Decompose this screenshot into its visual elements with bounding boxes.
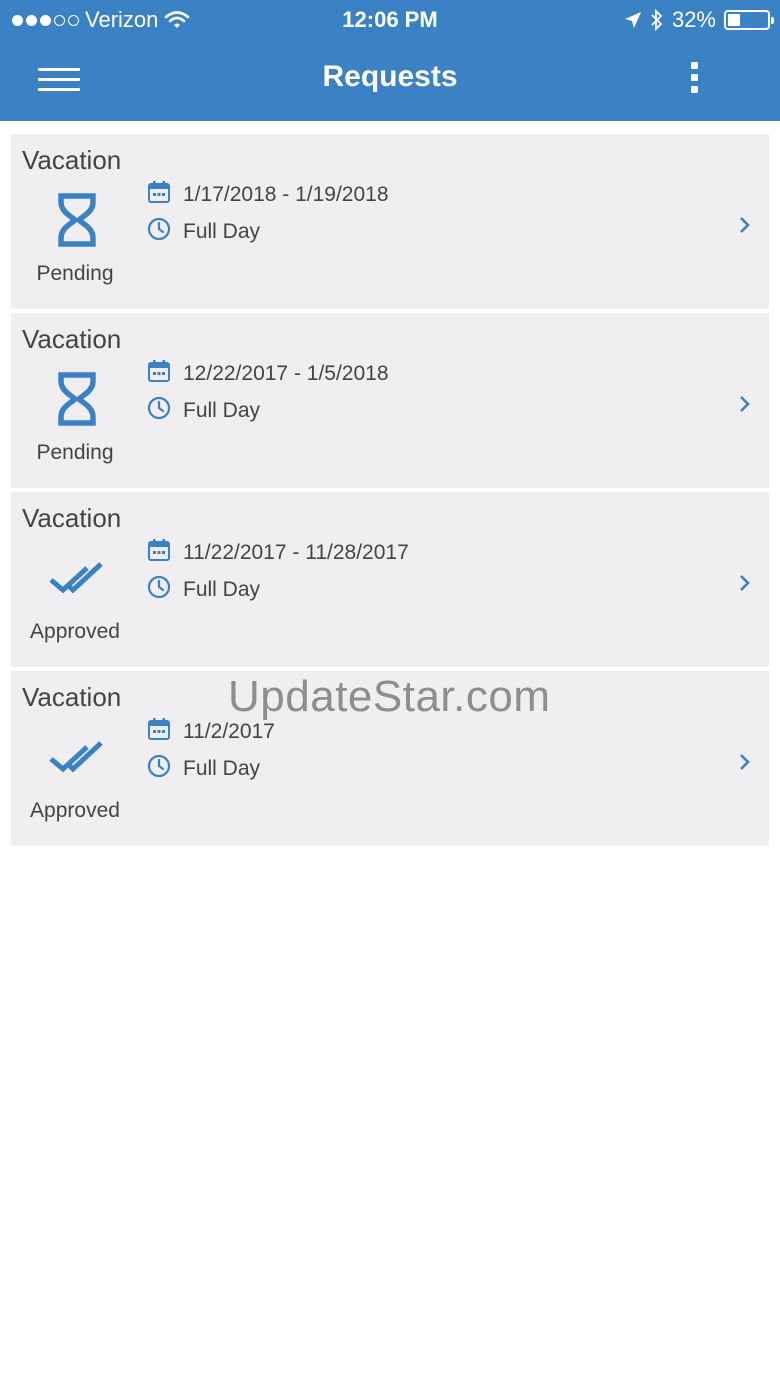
request-status: Approved xyxy=(30,799,120,822)
request-duration-row: Full Day xyxy=(147,396,260,426)
battery-icon xyxy=(724,10,774,30)
calendar-icon xyxy=(147,717,171,747)
clock-icon xyxy=(147,575,171,605)
calendar-icon xyxy=(147,538,171,568)
request-dates-row: 1/17/2018 - 1/19/2018 xyxy=(147,180,389,210)
request-card[interactable]: Vacation Pending 1/17/2018 - 1/19/2018 F… xyxy=(11,134,769,309)
request-dates-row: 11/22/2017 - 11/28/2017 xyxy=(147,538,409,568)
chevron-right-icon[interactable] xyxy=(737,393,753,415)
hourglass-icon xyxy=(49,371,105,427)
request-type: Vacation xyxy=(22,145,122,175)
request-duration: Full Day xyxy=(183,757,261,780)
request-type: Vacation xyxy=(22,503,122,533)
battery-percent: 32% xyxy=(671,7,716,32)
request-duration: Full Day xyxy=(183,220,261,243)
request-type: Vacation xyxy=(22,324,122,354)
location-arrow-icon xyxy=(624,12,641,28)
request-list: Vacation Pending 1/17/2018 - 1/19/2018 F… xyxy=(11,134,769,850)
clock-icon xyxy=(147,396,171,426)
request-status: Approved xyxy=(30,620,120,643)
chevron-right-icon[interactable] xyxy=(737,214,753,236)
calendar-icon xyxy=(147,180,171,210)
request-duration-row: Full Day xyxy=(147,754,260,784)
request-card[interactable]: Vacation Approved 11/22/2017 - 11/28/201… xyxy=(11,492,769,667)
bluetooth-icon xyxy=(651,9,663,31)
request-status: Pending xyxy=(36,441,114,464)
page-title: Requests xyxy=(322,60,458,93)
request-dates-row: 11/2/2017 xyxy=(147,717,275,747)
request-card[interactable]: Vacation Approved 11/2/2017 Full Day xyxy=(11,671,769,846)
chevron-right-icon[interactable] xyxy=(737,751,753,773)
more-options-icon[interactable] xyxy=(678,58,712,98)
request-duration: Full Day xyxy=(183,399,261,422)
request-dates: 11/22/2017 - 11/28/2017 xyxy=(183,541,409,564)
request-duration: Full Day xyxy=(183,578,261,601)
request-duration-row: Full Day xyxy=(147,217,260,247)
app-header: Verizon 12:06 PM 32% Requests xyxy=(0,0,780,121)
chevron-right-icon[interactable] xyxy=(737,572,753,594)
request-dates-row: 12/22/2017 - 1/5/2018 xyxy=(147,359,389,389)
request-dates: 11/2/2017 xyxy=(183,720,275,743)
request-dates: 1/17/2018 - 1/19/2018 xyxy=(183,183,389,206)
request-card[interactable]: Vacation Pending 12/22/2017 - 1/5/2018 F… xyxy=(11,313,769,488)
request-status: Pending xyxy=(36,262,114,285)
request-dates: 12/22/2017 - 1/5/2018 xyxy=(183,362,389,385)
request-type: Vacation xyxy=(22,682,122,712)
clock-icon xyxy=(147,217,171,247)
hourglass-icon xyxy=(49,192,105,248)
calendar-icon xyxy=(147,359,171,389)
status-right: 32% xyxy=(624,7,774,33)
double-check-icon xyxy=(49,729,105,785)
request-duration-row: Full Day xyxy=(147,575,260,605)
double-check-icon xyxy=(49,550,105,606)
status-bar: Verizon 12:06 PM 32% xyxy=(0,0,780,40)
clock-icon xyxy=(147,754,171,784)
